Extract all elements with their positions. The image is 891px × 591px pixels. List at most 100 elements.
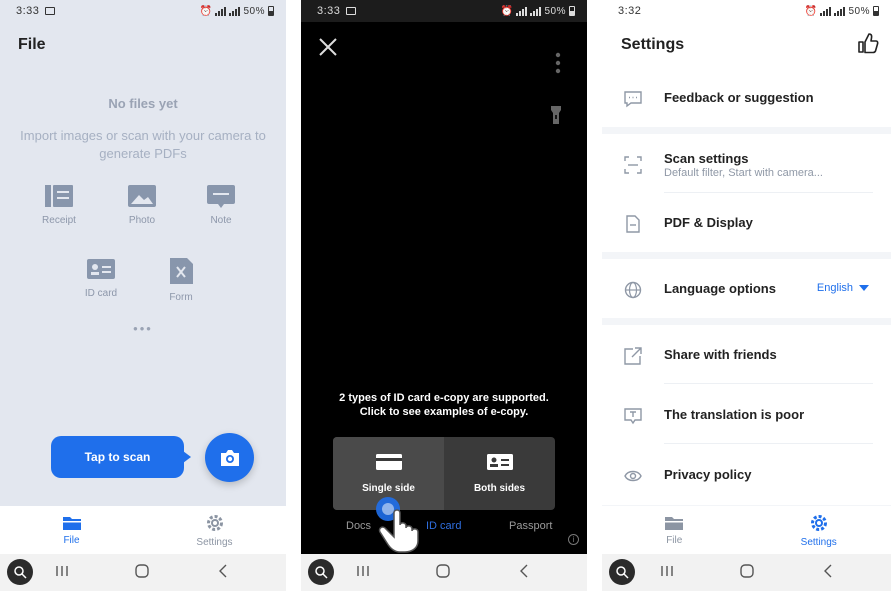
tap-to-scan-tooltip[interactable]: Tap to scan [51,436,191,478]
folder-icon [665,516,684,530]
signal-icon [215,6,227,16]
import-id-card[interactable]: ID card [71,257,131,299]
status-bar: 3:32 ⏰ 50% [602,0,891,22]
gear-icon [206,514,223,531]
back-icon [824,564,832,578]
recent-apps-button[interactable] [657,564,677,582]
hint-line: Click to see examples of e-copy. [359,406,529,418]
alarm-icon: ⏰ [804,5,818,17]
tab-file[interactable]: File [0,506,143,554]
divider [664,383,873,384]
back-button[interactable] [818,564,838,582]
gallery-icon [45,7,56,15]
feedback-icon [624,91,642,108]
home-button[interactable] [132,564,152,582]
zoom-icon [315,566,328,579]
zoom-icon [616,566,629,579]
row-label: PDF & Display [664,215,753,230]
home-icon [740,564,754,578]
language-value: English [816,282,853,294]
more-vertical-icon[interactable] [555,52,561,74]
option-label: Both sides [473,483,526,494]
system-nav-bar [0,554,286,591]
settings-header: Settings [602,22,891,68]
empty-state-title: No files yet [108,96,178,111]
file-screen: 3:33 ⏰ 50% File No files yet Import imag… [0,0,286,591]
photo-icon [128,185,156,207]
tab-settings[interactable]: Settings [747,506,891,554]
status-bar: 3:33 ⏰ 50% [301,0,587,22]
import-receipt[interactable]: Receipt [29,184,89,226]
import-form[interactable]: Form [151,257,211,303]
battery-icon [569,6,575,16]
home-icon [436,564,450,578]
mode-passport[interactable]: Passport [509,520,552,532]
translation-icon [624,408,642,425]
id-card-side-selector: Single side Both sides [333,437,555,510]
back-button[interactable] [514,564,534,582]
settings-group: Feedback or suggestion [602,68,891,127]
eye-icon [624,470,642,482]
gear-icon [810,514,827,531]
import-label: Photo [128,215,156,226]
row-language-options[interactable]: Language options English [602,259,891,318]
import-label: Receipt [42,215,76,226]
zoom-icon [14,566,27,579]
row-label: Language options [664,281,776,296]
id-card-hint[interactable]: 2 types of ID card e-copy are supported.… [301,391,587,419]
both-sides-option[interactable]: Both sides [444,437,555,510]
mode-docs[interactable]: Docs [346,520,371,532]
scan-mode-tabs: Docs ID card Passport [301,520,587,536]
home-button[interactable] [737,564,757,582]
settings-screen: 3:32 ⏰ 50% Settings Feedback or suggesti… [602,0,891,591]
row-translation-poor[interactable]: The translation is poor [602,385,891,444]
import-label: ID card [84,288,118,299]
recent-apps-button[interactable] [52,564,72,582]
scan-camera-button[interactable] [205,433,254,482]
document-icon [626,215,640,233]
tab-label: Settings [196,536,233,548]
settings-group: Language options English [602,259,891,318]
page-title: File [18,36,46,53]
row-share[interactable]: Share with friends [602,325,891,384]
back-button[interactable] [213,564,233,582]
card-single-icon [375,454,402,470]
form-icon [170,258,193,284]
tab-settings[interactable]: Settings [143,506,286,554]
settings-group: Scan settings Default filter, Start with… [602,134,891,252]
tab-label: Settings [800,536,837,548]
status-time: 3:33 [16,5,40,17]
row-feedback[interactable]: Feedback or suggestion [602,68,891,127]
tap-hand-icon [376,497,419,553]
settings-group: Share with friends The translation is po… [602,325,891,505]
import-label: Note [210,215,232,226]
recent-apps-button[interactable] [353,564,373,582]
camera-icon [220,449,239,466]
alarm-icon: ⏰ [199,5,213,17]
folder-icon [62,516,81,530]
back-icon [219,564,227,578]
status-time: 3:32 [618,5,642,17]
empty-state-subtitle: Import images or scan with your camera t… [20,128,266,161]
row-pdf-display[interactable]: PDF & Display [602,193,891,252]
share-icon [624,347,642,365]
row-privacy-policy[interactable]: Privacy policy [602,445,891,504]
receipt-icon [45,185,73,207]
info-icon[interactable]: i [568,534,579,545]
thumbs-up-icon[interactable] [857,32,879,54]
language-dropdown[interactable]: English [817,282,869,294]
home-button[interactable] [433,564,453,582]
tab-file[interactable]: File [602,506,747,554]
import-photo[interactable]: Photo [112,184,172,226]
row-scan-settings[interactable]: Scan settings Default filter, Start with… [602,134,891,193]
signal-icon [516,6,528,16]
more-options[interactable]: ••• [0,321,286,336]
status-time: 3:33 [317,5,341,17]
import-note[interactable]: Note [191,184,251,226]
signal-icon [834,6,846,16]
magnifier-button[interactable] [7,559,33,585]
close-icon[interactable] [317,36,339,58]
flashlight-icon[interactable] [551,106,561,124]
magnifier-button[interactable] [308,559,334,585]
magnifier-button[interactable] [609,559,635,585]
